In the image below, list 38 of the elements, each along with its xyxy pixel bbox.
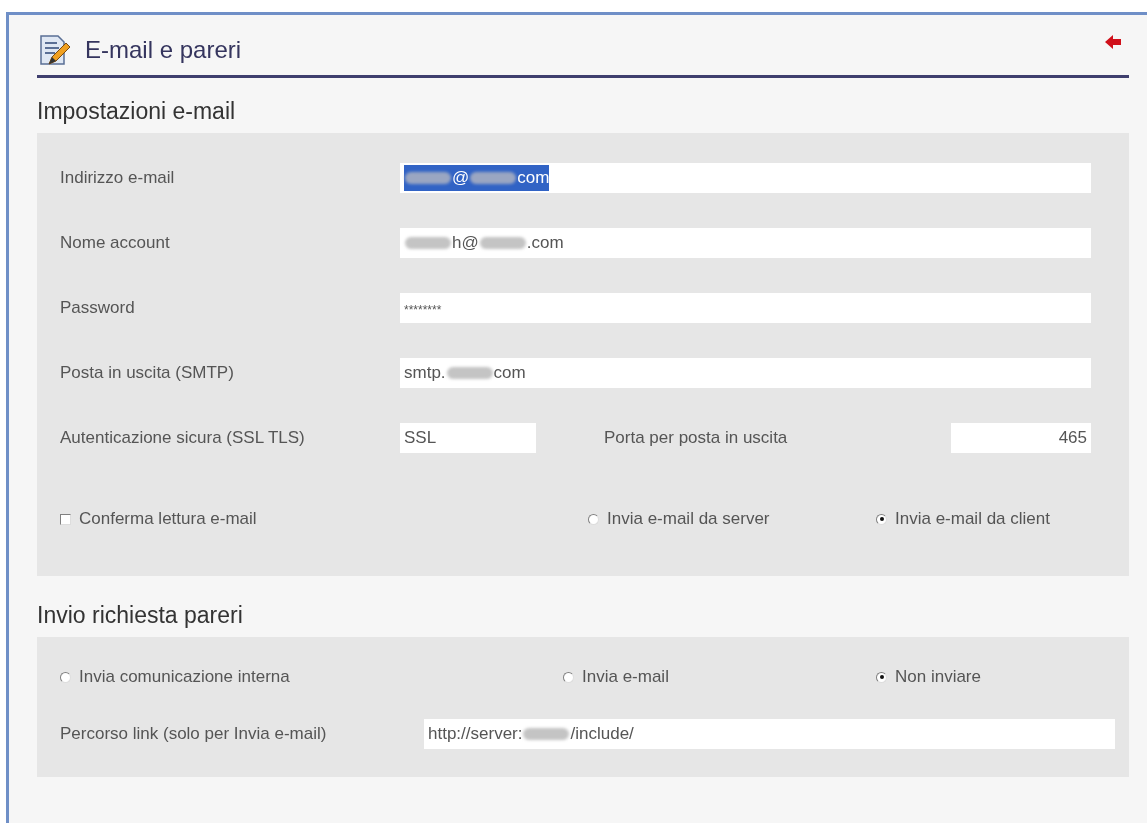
option-label: Invia e-mail da client [895,509,1050,529]
input-value: 465 [1058,426,1087,449]
document-pencil-icon [37,33,71,67]
field-label: Password [60,297,136,318]
radio-button[interactable] [60,671,71,683]
field-label: Percorso link (solo per Invia e-mail) [60,724,328,744]
input-field[interactable]: h@ .com [400,227,1091,258]
input-value: ******** [404,301,442,319]
input-value: h@ .com [404,229,564,256]
option-label: Non inviare [895,667,981,687]
radio-button[interactable] [876,513,887,525]
option-label: Conferma lettura e-mail [79,509,257,529]
field-label: Nome account [60,232,171,253]
input-field[interactable]: smtp. com [400,357,1091,388]
input-field[interactable]: 465 [951,422,1091,453]
input-field[interactable]: @ com [400,162,1091,193]
input-value: http://server: /include/ [428,723,634,745]
input-field[interactable]: SSL [400,422,536,453]
field-label: Porta per posta in uscita [603,427,789,448]
radio-button[interactable] [588,513,599,525]
section-heading: Invio richiesta pareri [37,602,244,629]
input-field[interactable]: http://server: /include/ [424,719,1115,749]
input-value: @ com [404,164,550,191]
radio-button[interactable] [876,671,887,683]
field-label: Posta in uscita (SMTP) [60,362,235,383]
field-label: Indirizzo e-mail [60,167,176,188]
input-value: smtp. com [404,361,526,384]
section-heading: Impostazioni e-mail [37,98,237,125]
option-label: Invia e-mail da server [607,509,770,529]
option-label: Invia comunicazione interna [79,667,290,687]
field-label: Autenticazione sicura (SSL TLS) [60,427,306,448]
input-field[interactable]: ******** [400,292,1091,323]
input-value: SSL [404,426,437,449]
page-title: E-mail e pareri [85,36,242,64]
option-label: Invia e-mail [582,667,669,687]
back-arrow-icon[interactable] [1105,35,1121,49]
radio-button[interactable] [563,671,574,683]
checkbox[interactable] [60,513,71,525]
